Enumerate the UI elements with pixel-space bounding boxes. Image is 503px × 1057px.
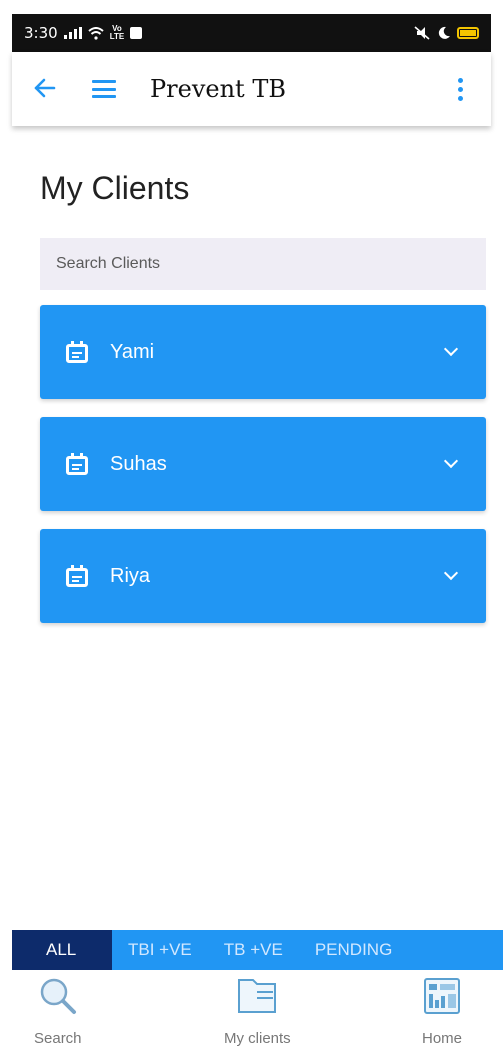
app-bar: Prevent TB [12, 52, 491, 126]
hamburger-menu-icon[interactable] [92, 80, 116, 98]
mute-icon [414, 26, 430, 40]
tab-tb-positive[interactable]: TB +VE [208, 930, 299, 970]
signal-icon [63, 27, 82, 39]
client-name: Yami [110, 340, 155, 363]
back-arrow-icon[interactable] [34, 75, 74, 103]
page-title: My Clients [40, 170, 190, 206]
chevron-down-icon[interactable] [443, 341, 459, 357]
chevron-down-icon[interactable] [443, 453, 459, 469]
tab-all[interactable]: ALL [12, 930, 112, 970]
search-input[interactable]: Search Clients [40, 238, 486, 290]
bottom-navigation: Search My clients Home [12, 970, 503, 1057]
client-card-suhas[interactable]: Suhas [40, 417, 486, 511]
search-icon [40, 978, 76, 1014]
more-options-icon[interactable] [458, 77, 463, 101]
status-bar: 3:30 Vo LTE [12, 14, 491, 52]
tab-pending[interactable]: PENDING [299, 930, 408, 970]
nav-search-label: Search [34, 1030, 82, 1047]
battery-icon [457, 27, 479, 39]
client-card-riya[interactable]: Riya [40, 529, 486, 623]
tab-tbi-positive[interactable]: TBI +VE [112, 930, 208, 970]
filter-tab-bar: ALL TBI +VE TB +VE PENDING [12, 930, 503, 970]
nav-home[interactable]: Home [422, 976, 462, 1047]
client-name: Suhas [110, 452, 167, 475]
calendar-icon [66, 341, 88, 363]
nav-my-clients-label: My clients [224, 1030, 291, 1047]
moon-icon [438, 26, 450, 39]
wifi-icon [88, 26, 104, 40]
nav-my-clients[interactable]: My clients [224, 976, 291, 1047]
client-name: Riya [110, 564, 151, 587]
notification-icon [130, 27, 143, 39]
calendar-icon [66, 453, 88, 475]
volte-icon: Vo LTE [109, 24, 125, 41]
dashboard-icon [424, 978, 460, 1014]
folder-icon [238, 979, 277, 1013]
app-title: Prevent TB [150, 75, 286, 103]
client-card-yami[interactable]: Yami [40, 305, 486, 399]
status-time: 3:30 [24, 24, 58, 42]
calendar-icon [66, 565, 88, 587]
nav-home-label: Home [422, 1030, 463, 1047]
nav-search[interactable]: Search [34, 976, 82, 1047]
chevron-down-icon[interactable] [443, 565, 459, 581]
